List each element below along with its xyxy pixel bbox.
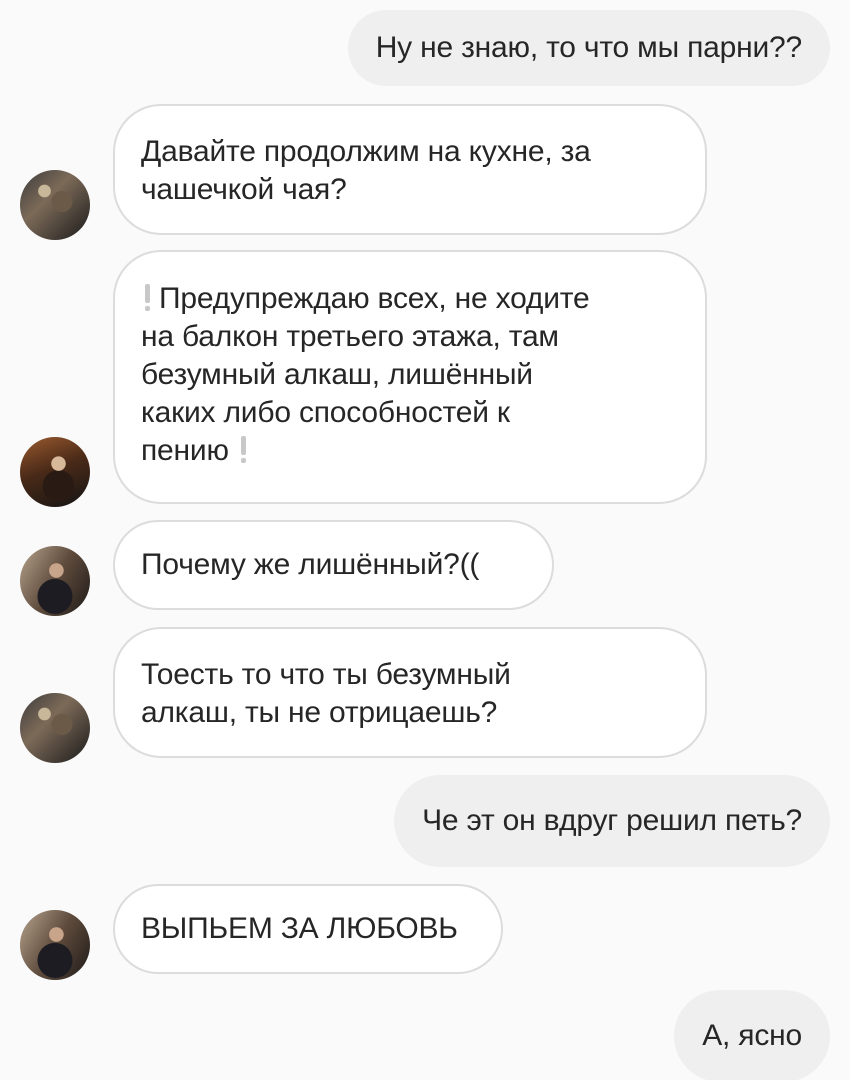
message-text: ВЫПЬЕМ ЗА ЛЮБОВЬ bbox=[141, 912, 458, 945]
outgoing-message[interactable]: А, ясно bbox=[674, 990, 830, 1080]
message-text: Че эт он вдруг решил петь? bbox=[422, 804, 802, 837]
message-text: Давайте продолжим на кухне, за чашечкой … bbox=[141, 135, 591, 206]
incoming-message[interactable]: Почему же лишённый?(( bbox=[113, 520, 554, 610]
incoming-message[interactable]: Давайте продолжим на кухне, за чашечкой … bbox=[113, 104, 707, 235]
message-text: Предупреждаю всех, не ходите на балкон т… bbox=[141, 282, 590, 467]
message-text: Ну не знаю, то что мы парни?? bbox=[375, 31, 802, 64]
exclamation-icon bbox=[239, 436, 247, 464]
avatar[interactable] bbox=[20, 546, 90, 616]
incoming-message[interactable]: Предупреждаю всех, не ходите на балкон т… bbox=[113, 250, 707, 504]
avatar[interactable] bbox=[20, 693, 90, 763]
avatar[interactable] bbox=[20, 910, 90, 980]
avatar[interactable] bbox=[20, 437, 90, 507]
message-text: Тоесть то что ты безумный алкаш, ты не о… bbox=[141, 658, 511, 729]
exclamation-icon bbox=[143, 284, 151, 312]
outgoing-message[interactable]: Ну не знаю, то что мы парни?? bbox=[347, 10, 830, 86]
incoming-message[interactable]: Тоесть то что ты безумный алкаш, ты не о… bbox=[113, 627, 707, 758]
avatar[interactable] bbox=[20, 170, 90, 240]
chat-thread: Ну не знаю, то что мы парни?? Давайте пр… bbox=[0, 0, 850, 1080]
message-text: Почему же лишённый?(( bbox=[141, 548, 480, 581]
outgoing-message[interactable]: Че эт он вдруг решил петь? bbox=[394, 775, 830, 867]
incoming-message[interactable]: ВЫПЬЕМ ЗА ЛЮБОВЬ bbox=[113, 884, 503, 974]
message-text: А, ясно bbox=[702, 1019, 802, 1052]
